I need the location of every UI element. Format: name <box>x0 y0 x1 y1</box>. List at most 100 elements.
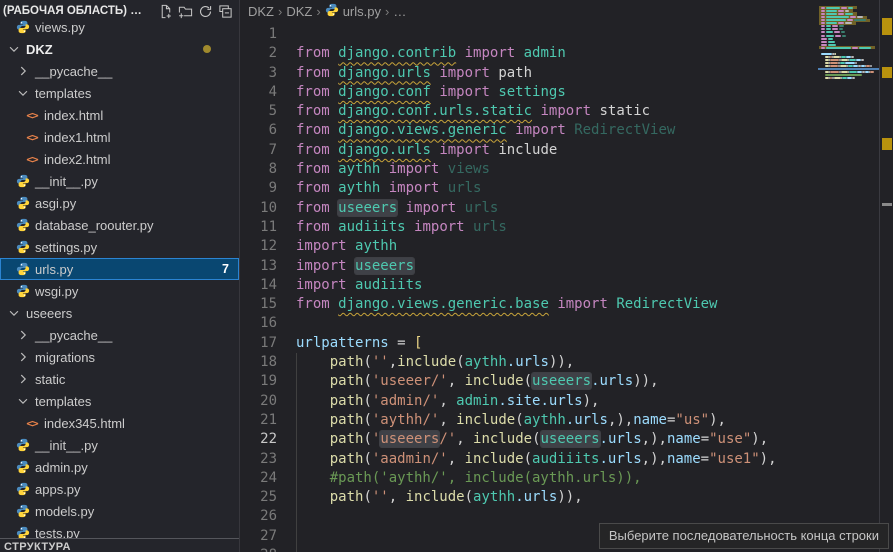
line-number[interactable]: 14 <box>241 276 277 295</box>
line-number[interactable]: 6 <box>241 121 277 140</box>
code-line-12[interactable]: 12import aythh <box>241 237 818 256</box>
line-number[interactable]: 28 <box>241 546 277 552</box>
tree-item-asgi-py[interactable]: asgi.py <box>0 192 239 214</box>
code-line-1[interactable]: 1 <box>241 25 818 44</box>
line-number[interactable]: 5 <box>241 102 277 121</box>
code-line-2[interactable]: 2from django.contrib import admin <box>241 44 818 63</box>
tree-item-label: urls.py <box>35 262 73 277</box>
outline-label: СТРУКТУРА <box>4 541 71 552</box>
tree-item-admin-py[interactable]: admin.py <box>0 456 239 478</box>
line-number[interactable]: 16 <box>241 314 277 333</box>
html-file-icon: <> <box>24 129 40 145</box>
tree-item-templates[interactable]: templates <box>0 390 239 412</box>
line-number[interactable]: 8 <box>241 160 277 179</box>
tree-item-urls-py[interactable]: urls.py7 <box>0 258 239 280</box>
code-line-16[interactable]: 16 <box>241 314 818 333</box>
outline-section-header[interactable]: СТРУКТУРА <box>0 538 239 552</box>
tree-item-wsgi-py[interactable]: wsgi.py <box>0 280 239 302</box>
line-number[interactable]: 25 <box>241 488 277 507</box>
breadcrumb-item-folder[interactable]: DKZ <box>248 4 274 19</box>
line-number[interactable]: 15 <box>241 295 277 314</box>
code-line-13[interactable]: 13import useeers <box>241 257 818 276</box>
code-line-14[interactable]: 14import audiiits <box>241 276 818 295</box>
tree-item-label: admin.py <box>35 460 88 475</box>
line-number[interactable]: 3 <box>241 64 277 83</box>
code-line-11[interactable]: 11from audiiits import urls <box>241 218 818 237</box>
chevron-right-icon <box>15 371 31 387</box>
chevron-down-icon <box>6 41 22 57</box>
tree-item-index-html[interactable]: <>index.html <box>0 104 239 126</box>
line-number[interactable]: 13 <box>241 257 277 276</box>
breadcrumb-item-file[interactable]: urls.py <box>325 3 381 20</box>
tree-item--pycache-[interactable]: __pycache__ <box>0 60 239 82</box>
line-number[interactable]: 4 <box>241 83 277 102</box>
code-line-18[interactable]: 18 path('',include(aythh.urls)), <box>241 353 818 372</box>
python-file-icon <box>15 261 31 277</box>
line-number[interactable]: 10 <box>241 199 277 218</box>
code-line-10[interactable]: 10from useeers import urls <box>241 199 818 218</box>
tree-item--pycache-[interactable]: __pycache__ <box>0 324 239 346</box>
ruler-mark <box>882 18 892 35</box>
tree-item-dkz[interactable]: DKZ <box>0 38 239 60</box>
line-text: from django.conf import settings <box>296 83 566 102</box>
line-number[interactable]: 26 <box>241 507 277 526</box>
line-number[interactable]: 17 <box>241 334 277 353</box>
tree-item--init-py[interactable]: __init__.py <box>0 170 239 192</box>
line-number[interactable]: 12 <box>241 237 277 256</box>
html-file-icon: <> <box>24 151 40 167</box>
code-line-19[interactable]: 19 path('useeer/', include(useeers.urls)… <box>241 372 818 391</box>
tree-item-static[interactable]: static <box>0 368 239 390</box>
tree-item-database-roouter-py[interactable]: database_roouter.py <box>0 214 239 236</box>
line-number[interactable]: 1 <box>241 25 277 44</box>
breadcrumb-item-symbol[interactable]: … <box>393 4 406 19</box>
chevron-down-icon <box>15 393 31 409</box>
tree-item-label: useeers <box>26 306 72 321</box>
line-number[interactable]: 24 <box>241 469 277 488</box>
code-line-7[interactable]: 7from django.urls import include <box>241 141 818 160</box>
line-number[interactable]: 20 <box>241 392 277 411</box>
tree-item-index2-html[interactable]: <>index2.html <box>0 148 239 170</box>
line-number[interactable]: 21 <box>241 411 277 430</box>
tree-item-index345-html[interactable]: <>index345.html <box>0 412 239 434</box>
code-line-20[interactable]: 20 path('admin/', admin.site.urls), <box>241 392 818 411</box>
tree-item-label: __pycache__ <box>35 64 112 79</box>
tree-item-settings-py[interactable]: settings.py <box>0 236 239 258</box>
code-line-22[interactable]: 22 path('useeers/', include(useeers.urls… <box>241 430 818 449</box>
tree-item-migrations[interactable]: migrations <box>0 346 239 368</box>
code-line-8[interactable]: 8from aythh import views <box>241 160 818 179</box>
tree-item-useeers[interactable]: useeers <box>0 302 239 324</box>
line-number[interactable]: 23 <box>241 450 277 469</box>
breadcrumb-item-folder[interactable]: DKZ <box>286 4 312 19</box>
code-line-9[interactable]: 9from aythh import urls <box>241 179 818 198</box>
explorer-sidebar: (РАБОЧАЯ ОБЛАСТЬ) … views.pyDKZ__pycache… <box>0 0 240 552</box>
line-number[interactable]: 11 <box>241 218 277 237</box>
code-line-17[interactable]: 17urlpatterns = [ <box>241 334 818 353</box>
code-line-23[interactable]: 23 path('aadmin/', include(audiiits.urls… <box>241 450 818 469</box>
overview-ruler <box>879 0 893 552</box>
tree-item-index1-html[interactable]: <>index1.html <box>0 126 239 148</box>
line-number[interactable]: 18 <box>241 353 277 372</box>
code-line-24[interactable]: 24 #path('aythh/', include(aythh.urls)), <box>241 469 818 488</box>
code-line-15[interactable]: 15from django.views.generic.base import … <box>241 295 818 314</box>
tree-item-models-py[interactable]: models.py <box>0 500 239 522</box>
tree-item-label: templates <box>35 86 91 101</box>
tree-item-templates[interactable]: templates <box>0 82 239 104</box>
line-number[interactable]: 22 <box>241 430 277 449</box>
line-number[interactable]: 2 <box>241 44 277 63</box>
code-line-6[interactable]: 6from django.views.generic import Redire… <box>241 121 818 140</box>
tree-item-views-py[interactable]: views.py <box>0 16 239 38</box>
minimap[interactable] <box>818 0 879 552</box>
code-line-5[interactable]: 5from django.conf.urls.static import sta… <box>241 102 818 121</box>
code-area[interactable]: 12from django.contrib import admin3from … <box>241 22 818 552</box>
tree-item--init-py[interactable]: __init__.py <box>0 434 239 456</box>
line-number[interactable]: 19 <box>241 372 277 391</box>
line-number[interactable]: 9 <box>241 179 277 198</box>
tree-item-apps-py[interactable]: apps.py <box>0 478 239 500</box>
line-number[interactable]: 27 <box>241 527 277 546</box>
line-text: path('useeers/', include(useeers.urls,),… <box>296 430 768 449</box>
code-line-3[interactable]: 3from django.urls import path <box>241 64 818 83</box>
code-line-21[interactable]: 21 path('aythh/', include(aythh.urls,),n… <box>241 411 818 430</box>
line-number[interactable]: 7 <box>241 141 277 160</box>
code-line-4[interactable]: 4 from django.conf import settings <box>241 83 818 102</box>
code-line-25[interactable]: 25 path('', include(aythh.urls)), <box>241 488 818 507</box>
